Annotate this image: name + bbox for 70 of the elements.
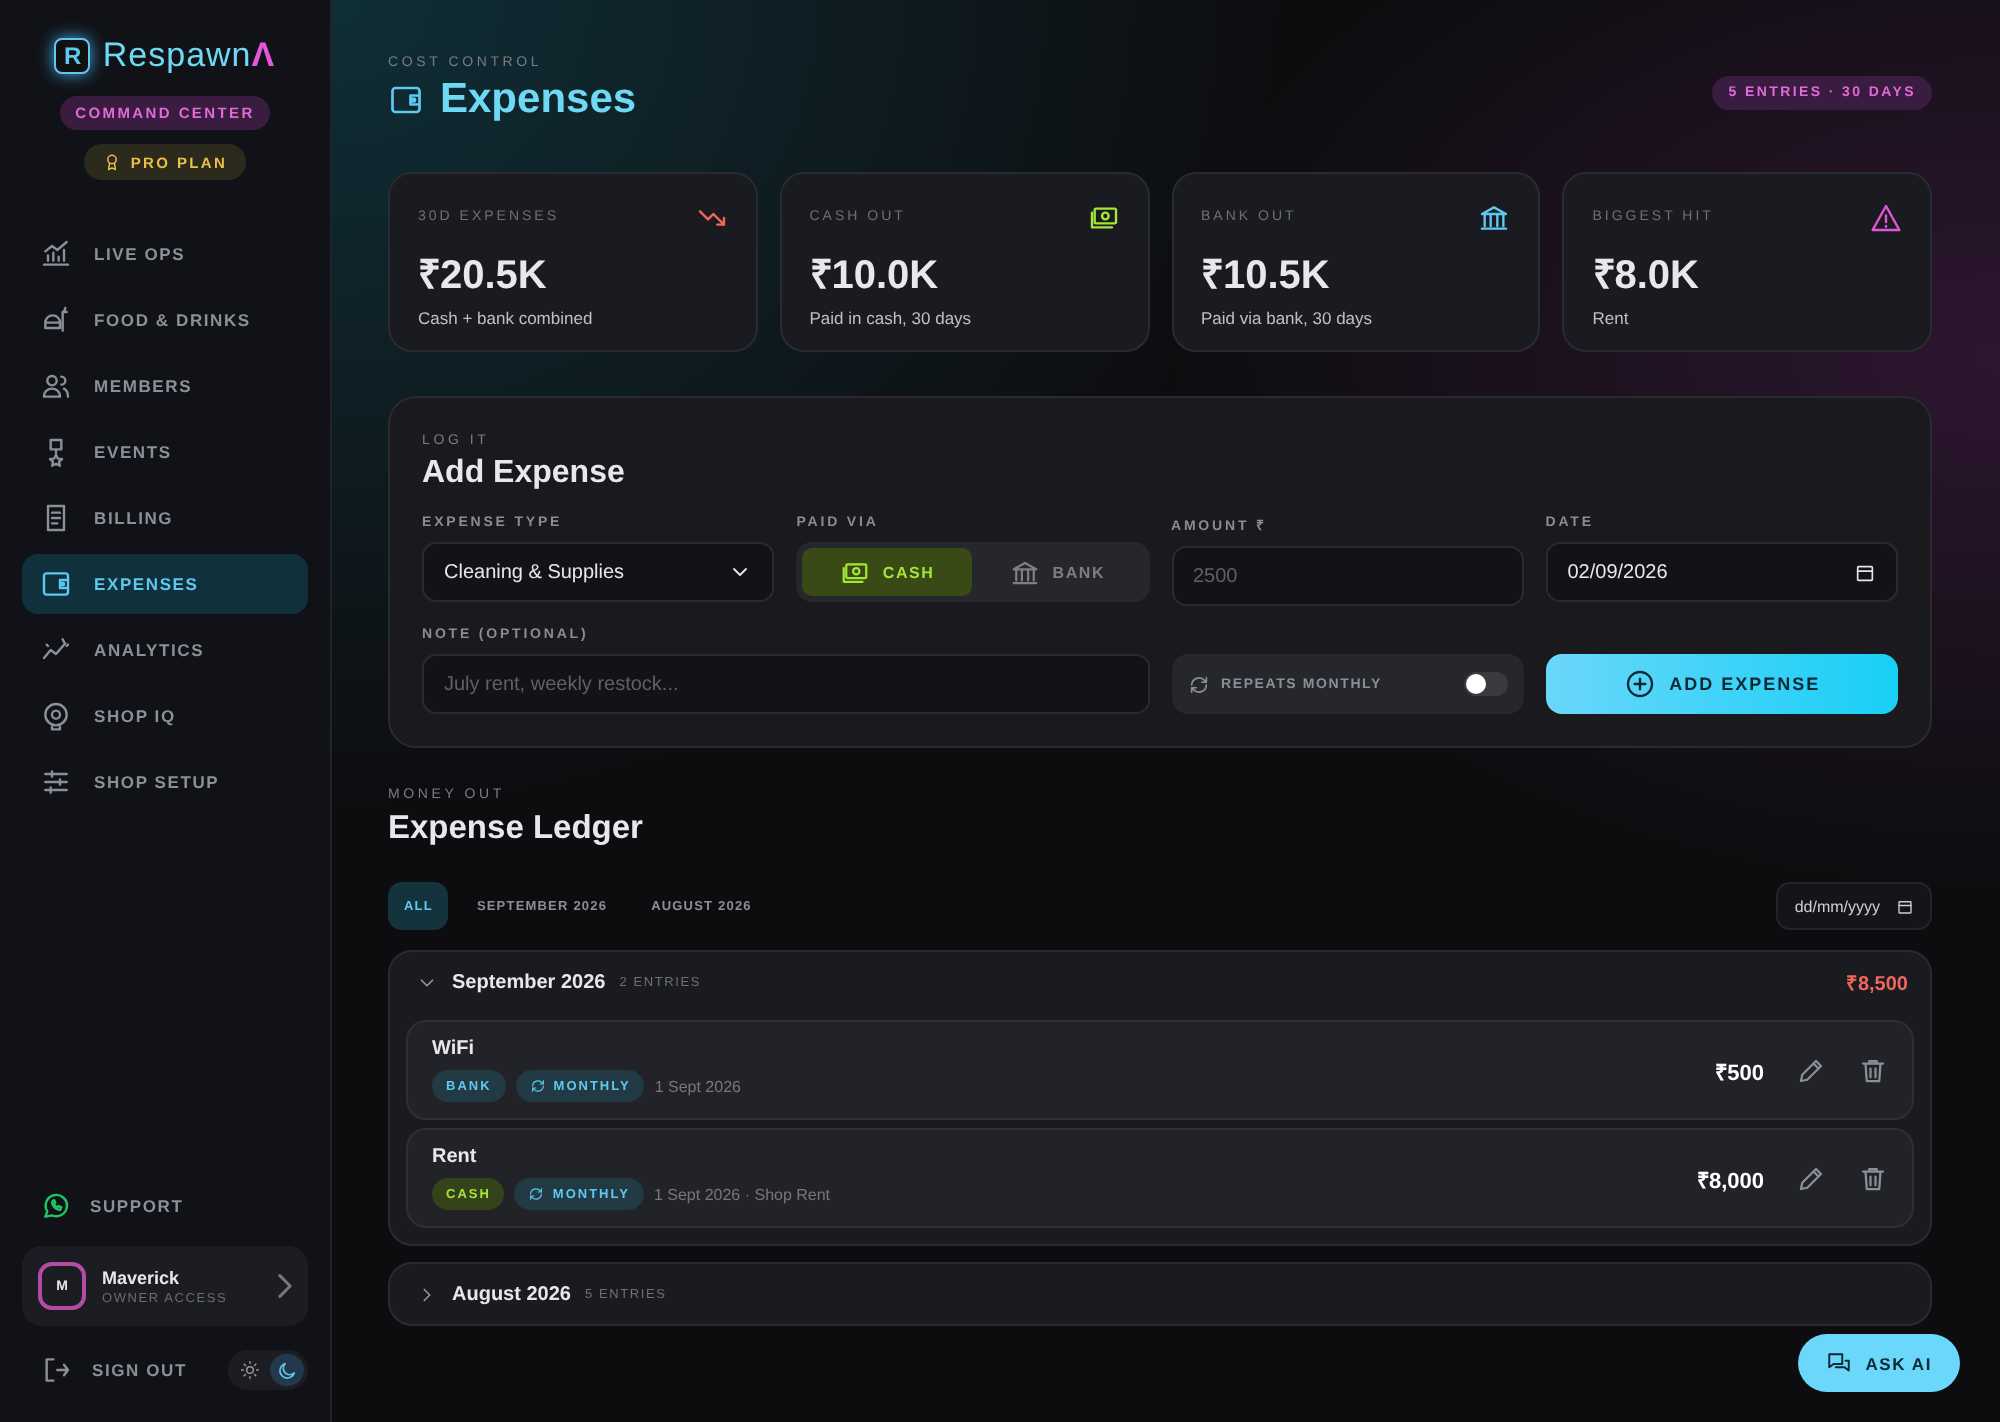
stat-value: ₹8.0K	[1592, 252, 1701, 300]
award-icon	[102, 152, 123, 172]
brand-name: RespawnΛ	[102, 36, 276, 76]
section-title: Add Expense	[422, 456, 627, 492]
group-total: ₹8,500	[1845, 972, 1908, 996]
stat-value: ₹10.0K	[809, 252, 941, 300]
chart-icon	[40, 238, 72, 270]
nav-item[interactable]: LIVE OPS	[22, 224, 308, 284]
expense-type-select[interactable]: Cleaning & Supplies	[422, 542, 775, 602]
expense-name: WiFi	[432, 1038, 477, 1060]
logo-icon: R	[54, 38, 91, 74]
support-link[interactable]: SUPPORT	[22, 1190, 308, 1222]
repeat-icon	[529, 1078, 546, 1094]
nav-item[interactable]: FOOD & DRINKS	[22, 290, 308, 350]
stat-note: Paid via bank, 30 days	[1201, 308, 1375, 328]
repeat-icon	[1187, 673, 1209, 695]
sliders-icon	[40, 766, 72, 798]
moon-icon	[276, 1359, 298, 1381]
date-field[interactable]: 02/09/2026	[1545, 542, 1898, 602]
expense-amount: ₹500	[1715, 1059, 1764, 1085]
stat-note: Paid in cash, 30 days	[809, 308, 974, 328]
chat-icon	[40, 1190, 72, 1222]
expense-amount: ₹8,000	[1696, 1167, 1764, 1193]
nav-item[interactable]: SHOP IQ	[22, 686, 308, 746]
chat-icon	[1825, 1350, 1852, 1376]
nav-item[interactable]: EXPENSES	[22, 554, 308, 614]
cash-icon	[840, 557, 871, 587]
food-tray-icon	[40, 304, 72, 336]
calendar-icon	[1896, 897, 1914, 915]
stat-value: ₹20.5K	[418, 252, 549, 300]
date-filter-field[interactable]: dd/mm/yyyy	[1776, 882, 1932, 930]
ask-ai-button[interactable]: ASK AI	[1797, 1334, 1960, 1392]
delete-icon[interactable]	[1858, 1163, 1888, 1193]
group-title: August 2026	[452, 1283, 571, 1305]
nav-item[interactable]: MEMBERS	[22, 356, 308, 416]
payment-option[interactable]: BANK	[972, 548, 1143, 596]
wallet-icon	[388, 82, 424, 118]
switch[interactable]	[1463, 672, 1508, 696]
sign-out-link[interactable]: SIGN OUT	[40, 1354, 187, 1386]
payment-option[interactable]: CASH	[802, 548, 973, 596]
sun-icon	[239, 1360, 259, 1380]
nav-item[interactable]: SHOP SETUP	[22, 752, 308, 812]
section-title: Expense Ledger	[388, 810, 645, 848]
nav-item[interactable]: EVENTS	[22, 422, 308, 482]
stat-value: ₹10.5K	[1201, 252, 1332, 300]
calendar-icon	[1854, 561, 1876, 583]
nav-item[interactable]: BILLING	[22, 488, 308, 548]
stat-note: Rent	[1592, 308, 1631, 328]
stat-note: Cash + bank combined	[418, 308, 595, 328]
repeat-icon	[528, 1186, 545, 1202]
expense-meta: 1 Sept 2026 · Shop Rent	[653, 1185, 831, 1203]
user-name: Maverick	[102, 1267, 182, 1287]
chevron-right-icon	[278, 1274, 292, 1298]
note-field[interactable]: July rent, weekly restock...	[422, 654, 1149, 714]
expense-name: Rent	[432, 1146, 479, 1168]
theme-toggle[interactable]	[228, 1350, 308, 1390]
wallet-icon	[40, 568, 72, 600]
edit-icon[interactable]	[1796, 1055, 1826, 1085]
delete-icon[interactable]	[1858, 1055, 1888, 1085]
expense-meta: 1 Sept 2026	[654, 1077, 741, 1095]
page-title: Expenses	[440, 76, 637, 124]
amount-field[interactable]: 2500	[1171, 546, 1524, 606]
plus-circle-icon	[1623, 668, 1656, 700]
add-expense-button[interactable]: ADD EXPENSE	[1545, 654, 1898, 714]
bank-icon	[1010, 557, 1041, 587]
sign-out-icon	[40, 1354, 72, 1386]
people-icon	[40, 370, 72, 402]
nav-item[interactable]: ANALYTICS	[22, 620, 308, 680]
edit-icon[interactable]	[1796, 1163, 1826, 1193]
group-title: September 2026	[452, 971, 606, 993]
